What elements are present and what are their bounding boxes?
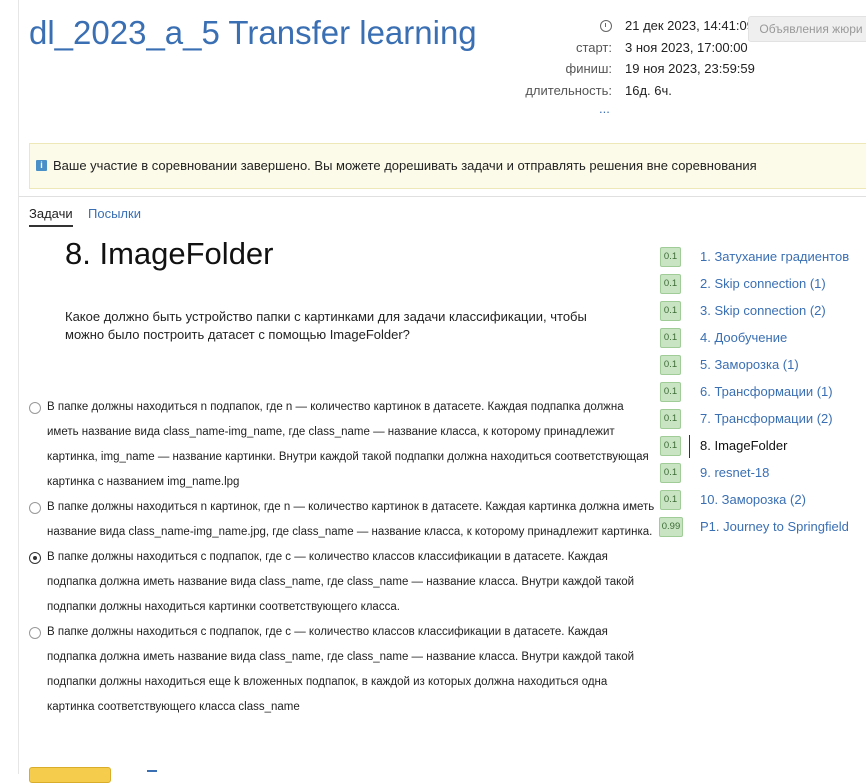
problem-list-item[interactable]: 0.1 10. Заморозка (2)	[659, 487, 866, 514]
problem-link[interactable]: 4. Дообучение	[700, 330, 787, 345]
score-badge: 0.1	[660, 382, 681, 402]
contest-title: dl_2023_a_5 Transfer learning	[29, 14, 477, 51]
tab-problems[interactable]: Задачи	[29, 206, 73, 227]
problem-title: 8. ImageFolder	[65, 236, 274, 271]
answer-options: В папке должны находиться n подпапок, гд…	[29, 395, 655, 720]
problem-list-item-current[interactable]: 0.1 8. ImageFolder	[659, 433, 866, 460]
score-badge: 0.1	[660, 274, 681, 294]
finish-label: финиш:	[565, 61, 612, 76]
problem-question: Какое должно быть устройство папки с кар…	[65, 309, 587, 342]
radio-button[interactable]	[29, 627, 41, 639]
finish-row: финиш: 19 ноя 2023, 23:59:59	[489, 61, 755, 83]
problem-link[interactable]: P1. Journey to Springfield	[700, 519, 849, 534]
current-time-row: 21 дек 2023, 14:41:09	[489, 18, 754, 40]
clock-icon	[600, 20, 612, 32]
contest-meta: 21 дек 2023, 14:41:09 старт: 3 ноя 2023,…	[489, 18, 755, 105]
duration-label: длительность:	[525, 82, 612, 98]
start-row: старт: 3 ноя 2023, 17:00:00	[489, 40, 749, 62]
score-badge: 0.1	[660, 355, 681, 375]
participation-notice: i Ваше участие в соревновании завершено.…	[29, 143, 866, 189]
score-badge: 0.1	[660, 301, 681, 321]
start-label: старт:	[575, 39, 612, 55]
problem-list-item[interactable]: 0.1 5. Заморозка (1)	[659, 352, 866, 379]
answer-option[interactable]: В папке должны находиться n картинок, гд…	[29, 495, 655, 545]
problem-list-item[interactable]: 0.1 6. Трансформации (1)	[659, 379, 866, 406]
radio-button[interactable]	[29, 402, 41, 414]
notice-text: Ваше участие в соревновании завершено. В…	[53, 158, 757, 173]
duration-value: 16д. 6ч.	[625, 82, 672, 98]
problem-link[interactable]: 3. Skip connection (2)	[700, 303, 826, 318]
answer-option[interactable]: В папке должны находиться n подпапок, гд…	[29, 395, 655, 495]
problem-link[interactable]: 6. Трансформации (1)	[700, 384, 833, 399]
current-time: 21 дек 2023, 14:41:09	[625, 18, 754, 33]
problem-link[interactable]: 2. Skip connection (1)	[700, 276, 826, 291]
option-text: В папке должны находиться c подпапок, гд…	[47, 551, 635, 613]
answer-option[interactable]: В папке должны находиться c подпапок, гд…	[29, 545, 655, 620]
problem-link-current[interactable]: 8. ImageFolder	[700, 438, 787, 453]
jury-announcements-button[interactable]: Объявления жюри	[748, 16, 866, 42]
problem-link[interactable]: 5. Заморозка (1)	[700, 357, 799, 372]
problem-list-item[interactable]: 0.99 P1. Journey to Springfield	[659, 514, 866, 541]
score-badge: 0.99	[659, 517, 683, 537]
score-badge: 0.1	[660, 247, 681, 267]
problem-list: 0.1 1. Затухание градиентов 0.1 2. Skip …	[659, 244, 866, 541]
problem-link[interactable]: 7. Трансформации (2)	[700, 411, 833, 426]
submit-button[interactable]	[29, 767, 111, 783]
option-text: В папке должны находиться c подпапок, гд…	[47, 626, 635, 713]
answer-option[interactable]: В папке должны находиться c подпапок, гд…	[29, 620, 655, 720]
problem-list-item[interactable]: 0.1 3. Skip connection (2)	[659, 298, 866, 325]
duration-row: длительность: 16д. 6ч.	[489, 83, 749, 105]
upload-icon[interactable]	[147, 770, 157, 778]
option-text: В папке должны находиться n картинок, гд…	[47, 501, 655, 538]
start-value: 3 ноя 2023, 17:00:00	[625, 39, 748, 55]
info-icon: i	[36, 160, 47, 171]
problem-list-item[interactable]: 0.1 7. Трансформации (2)	[659, 406, 866, 433]
problem-list-item[interactable]: 0.1 9. resnet-18	[659, 460, 866, 487]
tabs: Задачи Посылки	[19, 196, 866, 227]
problem-list-item[interactable]: 0.1 2. Skip connection (1)	[659, 271, 866, 298]
radio-button[interactable]	[29, 502, 41, 514]
more-link[interactable]: ...	[599, 101, 610, 116]
finish-value: 19 ноя 2023, 23:59:59	[625, 61, 755, 76]
problem-link[interactable]: 10. Заморозка (2)	[700, 492, 806, 507]
score-badge: 0.1	[660, 409, 681, 429]
problem-link[interactable]: 1. Затухание градиентов	[700, 249, 849, 264]
problem-list-item[interactable]: 0.1 1. Затухание градиентов	[659, 244, 866, 271]
option-text: В папке должны находиться n подпапок, гд…	[47, 401, 649, 488]
radio-button-selected[interactable]	[29, 552, 41, 564]
problem-link[interactable]: 9. resnet-18	[700, 465, 769, 480]
contest-page: dl_2023_a_5 Transfer learning 21 дек 202…	[18, 0, 866, 783]
score-badge: 0.1	[660, 328, 681, 348]
tab-submissions[interactable]: Посылки	[88, 206, 141, 221]
score-badge: 0.1	[660, 436, 681, 456]
score-badge: 0.1	[660, 490, 681, 510]
problem-list-item[interactable]: 0.1 4. Дообучение	[659, 325, 866, 352]
score-badge: 0.1	[660, 463, 681, 483]
